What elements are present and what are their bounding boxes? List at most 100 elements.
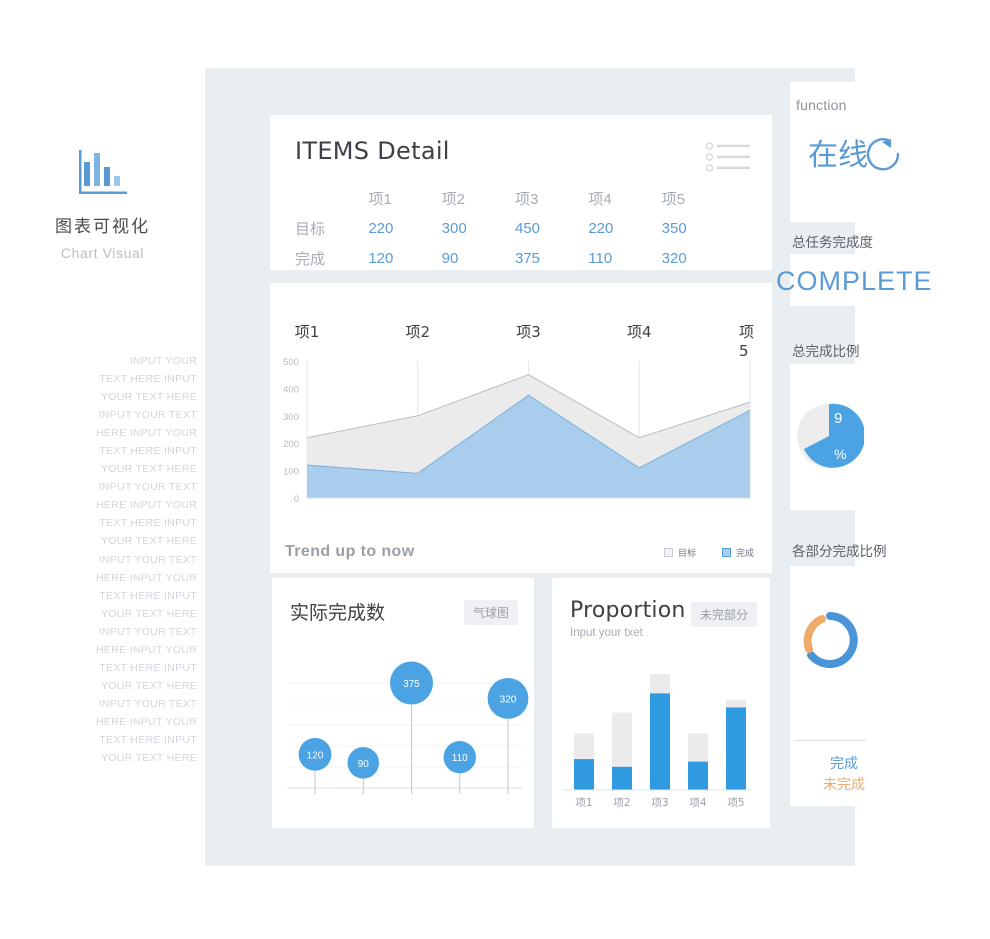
y-axis-tick-label: 100 <box>283 467 299 478</box>
placeholder-text-block: INPUT YOUR TEXT HERE INPUT YOUR TEXT HERE I… <box>85 352 197 767</box>
table-cell: 120 <box>368 250 394 267</box>
proportion-card-subtitle: Input your txet <box>570 627 643 639</box>
svg-text:9: 9 <box>834 410 842 427</box>
legend-swatch-icon <box>663 548 673 557</box>
bar-segment-remaining <box>688 733 708 762</box>
right-panel: function 在线 总任务完成度 COMPLETE 总完成比例 9 % 各部… <box>776 68 990 866</box>
area-chart: 0 100 200 300 400 500 <box>283 357 751 505</box>
table-cell: 90 <box>441 250 459 267</box>
donut-chart <box>803 612 858 668</box>
trend-chart-card: 项1 项2 项3 项4 项5 0 100 200 300 400 500 Trend up to … <box>270 283 772 573</box>
x-axis-label: 项5 <box>727 797 744 809</box>
placeholder-line: INPUT YOUR TEXT <box>98 481 197 494</box>
online-status-label: 在线 <box>808 138 868 173</box>
legend-label-undone[interactable]: 未完成 <box>823 774 865 795</box>
chart-legend: 目标 完成 <box>663 546 754 559</box>
table-cell: 220 <box>368 220 394 237</box>
svg-text:%: % <box>834 446 846 462</box>
column-header: 项3 <box>514 191 539 208</box>
left-sidebar: 图表可视化 Chart Visual INPUT YOUR TEXT HERE I… <box>0 0 205 939</box>
column-header: 项4 <box>588 191 612 208</box>
table-cell: 110 <box>588 250 613 267</box>
bubble-value-label: 120 <box>307 750 324 761</box>
x-axis-label: 项3 <box>516 323 541 341</box>
placeholder-line: YOUR TEXT HERE <box>101 752 197 765</box>
bubble-value-label: 320 <box>500 694 517 705</box>
items-table: 项1 项2 项3 项4 项5 目标 220 300 450 220 350 完成 <box>295 188 735 278</box>
total-ratio-label: 总完成比例 <box>792 344 860 360</box>
proportion-card-title: Proportion <box>570 598 686 623</box>
trend-x-axis-labels: 项1 项2 项3 项4 项5 <box>270 321 772 360</box>
legend-item-target[interactable]: 目标 <box>663 546 696 559</box>
bubble-chart: 120 90 375 110 320 <box>287 661 529 794</box>
legend-item-completed[interactable]: 完成 <box>721 546 754 559</box>
placeholder-line: TEXT HERE INPUT <box>99 445 197 458</box>
page-title: ITEMS Detail <box>295 137 450 165</box>
trend-footer-label: Trend up to now <box>285 543 415 560</box>
legend-label-done[interactable]: 完成 <box>823 753 865 774</box>
bar-segment-completed <box>574 759 594 790</box>
bubble-card-title: 实际完成数 <box>290 602 386 624</box>
bubble-card-badge[interactable]: 气球图 <box>463 600 518 625</box>
y-axis-tick-label: 200 <box>283 439 299 450</box>
placeholder-line: YOUR TEXT HERE <box>101 391 197 404</box>
brand-title: 图表可视化 <box>55 217 150 237</box>
table-cell: 220 <box>588 220 614 237</box>
row-label: 完成 <box>295 251 326 268</box>
bar-segment-completed <box>726 707 746 790</box>
table-corner-cell <box>295 188 368 218</box>
bubble-value-label: 375 <box>403 679 420 690</box>
brand-block: 图表可视化 Chart Visual <box>0 148 205 261</box>
pie-chart: 9 % <box>797 403 864 468</box>
table-row: 完成 120 90 375 110 320 <box>295 248 735 278</box>
column-header: 项1 <box>368 191 392 208</box>
panel-legend: 完成 未完成 <box>823 753 865 795</box>
placeholder-line: HERE INPUT YOUR <box>96 571 197 584</box>
x-axis-label: 项4 <box>689 797 706 809</box>
placeholder-line: HERE INPUT YOUR <box>96 499 197 512</box>
items-detail-card: ITEMS Detail 项1 项2 项3 项4 项5 目标 220 300 4… <box>270 115 772 270</box>
row-label: 目标 <box>295 221 326 238</box>
placeholder-line: INPUT YOUR TEXT <box>98 553 197 566</box>
brand-subtitle: Chart Visual <box>60 245 145 261</box>
y-axis-tick-label: 300 <box>283 412 299 423</box>
function-label: function <box>796 97 847 113</box>
placeholder-line: INPUT YOUR TEXT <box>98 625 197 638</box>
list-icon[interactable] <box>706 142 750 172</box>
x-axis-label: 项3 <box>651 797 668 809</box>
table-cell: 375 <box>514 250 541 267</box>
placeholder-line: HERE INPUT YOUR <box>96 427 197 440</box>
bar-chart-icon <box>78 150 127 194</box>
column-header: 项2 <box>441 191 465 208</box>
placeholder-line: HERE INPUT YOUR <box>96 715 197 728</box>
y-axis-tick-label: 400 <box>283 384 299 395</box>
bar-segment-remaining <box>726 699 746 708</box>
bubble-value-label: 90 <box>358 759 370 770</box>
placeholder-line: TEXT HERE INPUT <box>99 517 197 530</box>
complete-label: COMPLETE <box>776 266 933 296</box>
refresh-circle-icon[interactable] <box>860 134 906 174</box>
proportion-card-badge[interactable]: 未完部分 <box>690 602 757 627</box>
placeholder-line: TEXT HERE INPUT <box>99 373 197 386</box>
bar-segment-remaining <box>650 674 670 694</box>
placeholder-line: TEXT HERE INPUT <box>99 589 197 602</box>
dashboard-root: 图表可视化 Chart Visual INPUT YOUR TEXT HERE I… <box>0 0 990 939</box>
total-task-label: 总任务完成度 <box>792 235 873 251</box>
bar-segment-remaining <box>612 712 632 767</box>
placeholder-line: TEXT HERE INPUT <box>99 733 197 746</box>
column-header: 项5 <box>661 191 685 208</box>
legend-label: 目标 <box>677 548 696 558</box>
table-cell: 300 <box>441 220 467 237</box>
placeholder-line: YOUR TEXT HERE <box>101 607 197 620</box>
legend-swatch-icon <box>721 548 731 557</box>
table-header-row: 项1 项2 项3 项4 项5 <box>295 188 735 218</box>
bar-segment-remaining <box>574 733 594 760</box>
x-axis-label: 项1 <box>575 797 592 809</box>
online-status: 在线 <box>808 130 900 174</box>
placeholder-line: TEXT HERE INPUT <box>99 661 197 674</box>
y-axis-tick-label: 500 <box>283 357 299 368</box>
parts-ratio-label: 各部分完成比例 <box>792 544 887 560</box>
placeholder-line: YOUR TEXT HERE <box>101 679 197 692</box>
parts-ratio-donut-card <box>790 566 990 806</box>
x-axis-label: 项2 <box>613 797 630 809</box>
